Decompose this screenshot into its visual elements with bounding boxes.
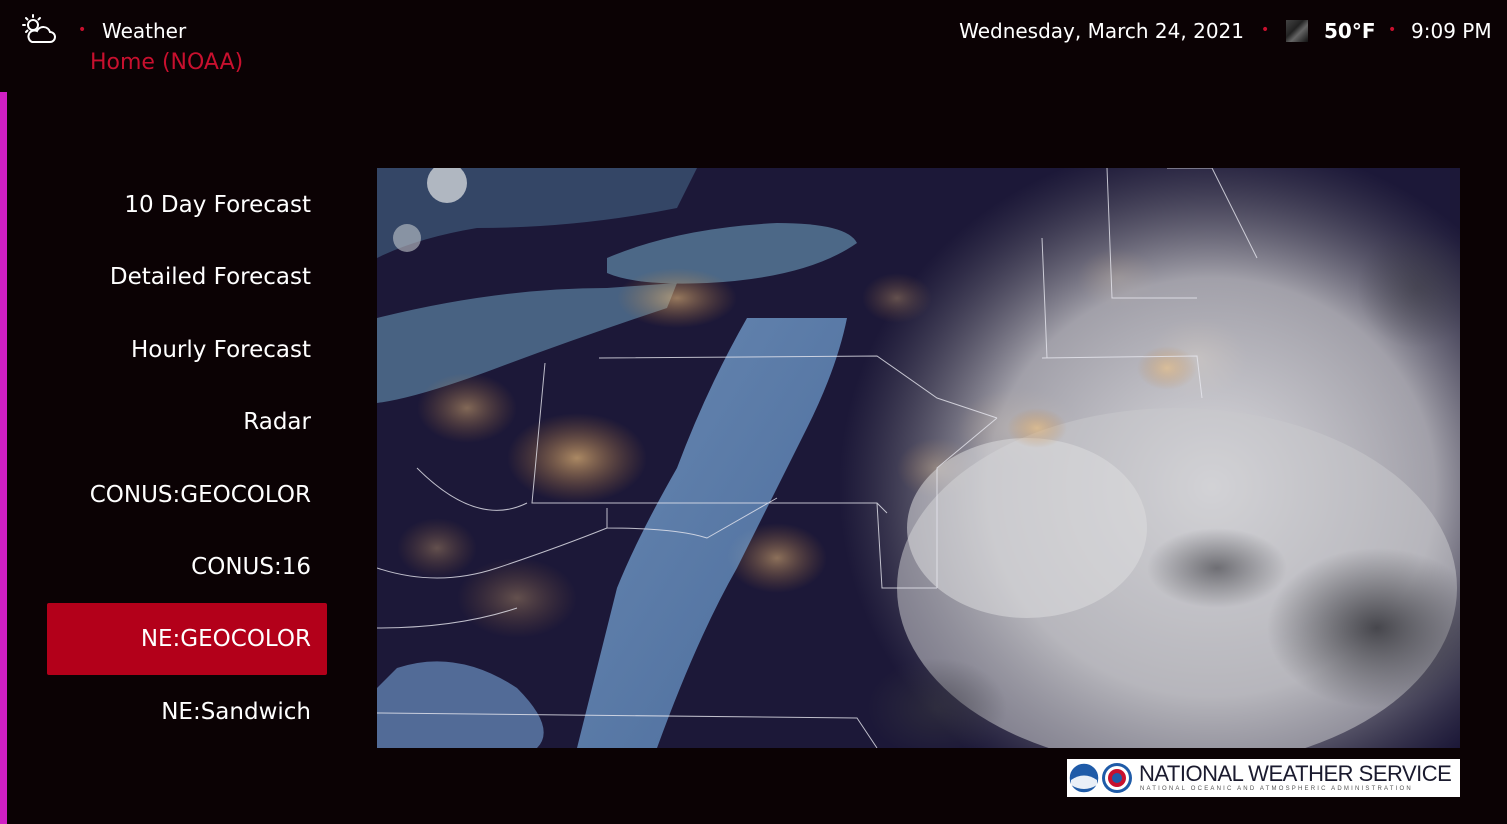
current-conditions-icon xyxy=(1286,20,1308,42)
separator-dot: • xyxy=(1261,22,1270,38)
scroll-indicator[interactable] xyxy=(0,92,7,824)
satellite-image xyxy=(377,168,1460,748)
menu-item-detailed-forecast[interactable]: Detailed Forecast xyxy=(47,241,327,313)
noaa-seal-icon xyxy=(1068,762,1132,794)
separator-dot: • xyxy=(78,22,87,38)
app-title: Weather xyxy=(102,19,187,43)
top-bar: • Weather Home (NOAA) Wednesday, March 2… xyxy=(0,0,1507,90)
menu-item-conus-16[interactable]: CONUS:16 xyxy=(47,531,327,603)
temperature-label: 50°F xyxy=(1324,19,1376,43)
clock-label: 9:09 PM xyxy=(1411,19,1492,43)
date-label: Wednesday, March 24, 2021 xyxy=(959,19,1244,43)
nws-logo-subtitle: NATIONAL OCEANIC AND ATMOSPHERIC ADMINIS… xyxy=(1140,786,1413,792)
partly-cloudy-night-icon xyxy=(22,14,58,48)
nws-logo-title: NATIONAL WEATHER SERVICE xyxy=(1139,761,1452,786)
menu-item-ne-geocolor[interactable]: NE:GEOCOLOR xyxy=(47,603,327,675)
page-subtitle: Home (NOAA) xyxy=(90,50,244,75)
menu-item-hourly-forecast[interactable]: Hourly Forecast xyxy=(47,314,327,386)
menu-item-10-day-forecast[interactable]: 10 Day Forecast xyxy=(47,169,327,241)
nws-logo: NATIONAL WEATHER SERVICE NATIONAL OCEANI… xyxy=(1067,759,1460,797)
menu-item-ne-sandwich[interactable]: NE:Sandwich xyxy=(47,676,327,748)
separator-dot: • xyxy=(1388,22,1397,38)
menu-item-radar[interactable]: Radar xyxy=(47,386,327,458)
menu-item-conus-geocolor[interactable]: CONUS:GEOCOLOR xyxy=(47,459,327,531)
